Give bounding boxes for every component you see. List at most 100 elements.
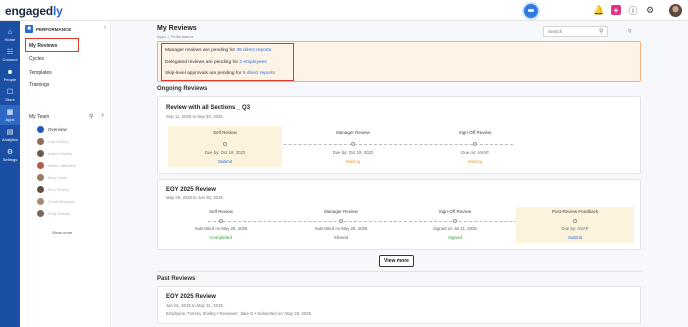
status-badge: Waiting — [467, 159, 483, 164]
stage-dot — [473, 142, 477, 146]
store-icon: ☐ — [6, 88, 14, 96]
divider — [157, 271, 641, 272]
breadcrumb[interactable]: Apps > Performance — [157, 34, 194, 39]
ongoing-reviews-heading: Ongoing Reviews — [157, 86, 208, 92]
avatar — [37, 161, 44, 169]
people-icon: ☻ — [6, 68, 14, 76]
search-icon[interactable]: ⚲ — [89, 113, 93, 120]
home-icon: ⌂ — [7, 28, 13, 36]
rail-home[interactable]: ⌂ Home — [0, 25, 20, 45]
performance-icon: ■ — [25, 25, 33, 33]
submit-link[interactable]: Submit — [516, 235, 634, 240]
performance-sidebar: ■ PERFORMANCE ‹ My Reviews Cycles Templa… — [20, 21, 111, 327]
stage-manager-review: Manager Review Submitted on May 29, 2025… — [284, 207, 398, 243]
rail-settings[interactable]: ⚙ Settings — [0, 145, 20, 165]
main-content: My Reviews Apps > Performance ⚲ ▿ Manage… — [112, 21, 688, 327]
stage-self-review: Self Review Submitted on May 29, 2025 Co… — [164, 207, 278, 243]
team-member[interactable]: Arlete Valentine — [37, 161, 76, 169]
status-badge: Shared — [333, 235, 349, 240]
past-review-card[interactable]: EOY 2025 Review Jan 01, 2025 to May 31, … — [157, 286, 641, 324]
rail-apps[interactable]: ▦ Apps — [0, 105, 20, 125]
pending-actions-banner: Manager reviews are pending for 39 direc… — [157, 41, 641, 82]
stage-dot — [573, 219, 577, 223]
team-member[interactable]: Blue Circle — [37, 173, 67, 181]
avatar — [37, 197, 44, 205]
review-dates: Sep 11, 2025 to Sep 30, 2025 — [166, 114, 223, 119]
review-title: EOY 2025 Review — [166, 294, 216, 300]
page-title: My Reviews — [157, 25, 197, 32]
my-team-header[interactable]: My Team ⚲ ˅ — [29, 113, 109, 121]
overview-icon — [37, 125, 44, 133]
plus-icon[interactable]: + — [611, 5, 621, 15]
pending-manager-reviews: Manager reviews are pending for 39 direc… — [165, 48, 272, 53]
status-badge: Waiting — [345, 159, 361, 164]
search-icon[interactable]: ⚲ — [599, 28, 603, 35]
collapse-sidebar-icon[interactable]: ‹ — [104, 25, 110, 32]
stage-dot — [351, 142, 355, 146]
chevron-down-icon[interactable]: ˅ — [101, 113, 104, 119]
review-card[interactable]: Review with all Sections _ Q3 Sep 11, 20… — [157, 96, 641, 174]
apps-icon: ▦ — [6, 108, 14, 116]
pending-actions-list: Manager reviews are pending for 39 direc… — [161, 43, 294, 81]
submit-link[interactable]: Submit — [168, 159, 282, 164]
settings-icon[interactable]: ⚙ — [645, 5, 655, 15]
sidebar-heading: ■ PERFORMANCE — [25, 25, 71, 33]
view-more-button[interactable]: View more — [379, 255, 414, 267]
stage-dot — [453, 219, 457, 223]
pending-delegated-reviews: Delegated reviews are pending for 2 empl… — [165, 60, 267, 65]
bell-icon[interactable]: 🔔 — [593, 5, 604, 15]
filter-icon[interactable]: ▿ — [628, 27, 632, 35]
sidebar-item-my-reviews[interactable]: My Reviews — [25, 38, 79, 52]
stage-sign-off-review: Sign-Off Review Due on: ASAP Waiting — [418, 126, 532, 167]
left-rail: ⌂ Home ☷ Connect ☻ People ☐ Store ▦ Apps ▤ Ana… — [0, 21, 20, 327]
top-bar: engagedly 🔔 + ⓘ ⚙ — [0, 0, 688, 21]
review-title: EOY 2025 Review — [166, 187, 216, 193]
avatar — [37, 173, 44, 181]
review-card[interactable]: EOY 2025 Review May 29, 2025 to Jun 30, … — [157, 179, 641, 250]
user-avatar[interactable] — [669, 4, 682, 17]
team-member[interactable]: Ada Shelby — [37, 137, 68, 145]
stage-post-review-feedback: Post-Review Feedback Due by: ASAP Submit — [516, 207, 634, 243]
rail-analytics[interactable]: ▤ Analytics — [0, 125, 20, 145]
search-input[interactable] — [544, 27, 594, 36]
direct-reports-link[interactable]: 39 direct reports — [236, 48, 271, 53]
team-member[interactable]: Arthur Shelby — [37, 149, 72, 157]
review-meta: Employee: Tommy Shelby • Reviewer: Jake … — [166, 311, 312, 316]
sidebar-item-trainings[interactable]: Trainings — [29, 82, 49, 88]
status-badge: Completed — [210, 235, 232, 240]
search-box[interactable]: ⚲ — [543, 26, 608, 37]
team-member[interactable]: Finn Shelby — [37, 185, 69, 193]
connect-icon: ☷ — [6, 48, 14, 56]
rail-store[interactable]: ☐ Store — [0, 85, 20, 105]
sidebar-item-cycles[interactable]: Cycles — [29, 56, 44, 62]
stage-self-review: Self Review Due by: Oct 19, 2022 Submit — [168, 126, 282, 167]
show-more-link[interactable]: Show more — [52, 230, 72, 235]
team-overview[interactable]: Overview — [37, 125, 67, 133]
analytics-icon: ▤ — [6, 128, 14, 136]
avatar — [37, 185, 44, 193]
team-member[interactable]: Grace Burgess — [37, 197, 75, 205]
settings-icon: ⚙ — [6, 148, 14, 156]
stage-dot — [339, 219, 343, 223]
stage-sign-off-review: Sign-Off Review Signed on Jul 11, 2025 S… — [398, 207, 512, 243]
pending-skip-level-approvals: Skip-level approvals are pending for 5 d… — [165, 71, 275, 76]
rail-connect[interactable]: ☷ Connect — [0, 45, 20, 65]
team-member[interactable]: Polly Shelby — [37, 209, 70, 217]
help-icon[interactable]: ⓘ — [628, 5, 638, 16]
avatar — [37, 137, 44, 145]
status-badge: Signed — [447, 235, 462, 240]
review-dates: Jan 01, 2025 to May 31, 2025 — [166, 303, 223, 308]
stage-dot — [223, 142, 227, 146]
sidebar-item-templates[interactable]: Templates — [29, 70, 52, 76]
avatar — [37, 209, 44, 217]
past-reviews-heading: Past Reviews — [157, 276, 196, 282]
stage-dot — [219, 219, 223, 223]
avatar — [37, 149, 44, 157]
app-logo[interactable]: engagedly — [5, 4, 63, 18]
skip-level-reports-link[interactable]: 5 direct reports — [243, 71, 275, 76]
stage-manager-review: Manager Review Due by: Oct 19, 2022 Wait… — [296, 126, 410, 167]
review-dates: May 29, 2025 to Jun 30, 2025 — [166, 195, 223, 200]
employees-link[interactable]: 2 employees — [239, 60, 266, 65]
mascot-icon[interactable] — [522, 2, 540, 20]
rail-people[interactable]: ☻ People — [0, 65, 20, 85]
